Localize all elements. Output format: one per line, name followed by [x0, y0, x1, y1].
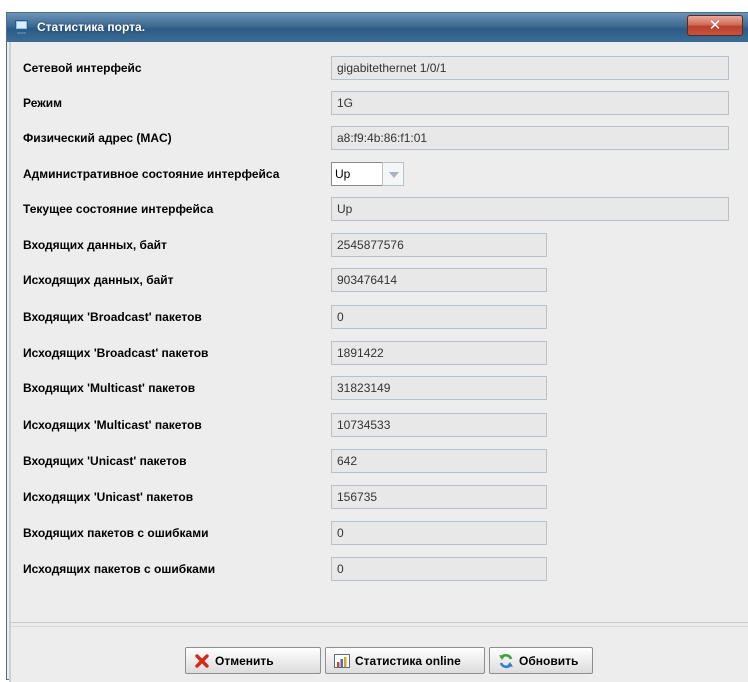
- port-statistics-dialog: Статистика порта. ✕ Сетевой интерфейс gi…: [6, 12, 748, 682]
- refresh-label: Обновить: [519, 653, 579, 668]
- mode-field: 1G: [331, 91, 729, 115]
- close-button[interactable]: ✕: [687, 15, 743, 36]
- chart-icon: [334, 653, 350, 668]
- cancel-button[interactable]: Отменить: [185, 647, 321, 674]
- in-multicast-field: 31823149: [331, 376, 547, 400]
- out-unicast-label: Исходящих 'Unicast' пакетов: [23, 490, 194, 504]
- close-icon: ✕: [708, 16, 722, 34]
- interface-field: gigabitethernet 1/0/1: [331, 56, 729, 80]
- refresh-button[interactable]: Обновить: [489, 647, 593, 674]
- admin-state-label: Административное состояние интерфейса: [23, 167, 280, 181]
- cancel-label: Отменить: [215, 653, 274, 668]
- red-x-icon: [195, 653, 209, 668]
- out-broadcast-label: Исходящих 'Broadcast' пакетов: [23, 346, 209, 360]
- out-multicast-field: 10734533: [331, 413, 547, 437]
- in-errors-label: Входящих пакетов с ошибками: [23, 526, 209, 540]
- dropdown-button[interactable]: [382, 162, 404, 186]
- in-bytes-label: Входящих данных, байт: [23, 238, 167, 252]
- in-broadcast-label: Входящих 'Broadcast' пакетов: [23, 310, 202, 324]
- oper-state-field: Up: [331, 197, 729, 221]
- admin-state-value[interactable]: Up: [331, 162, 383, 186]
- in-unicast-field: 642: [331, 449, 547, 473]
- mode-label: Режим: [23, 96, 62, 110]
- monitor-icon: [15, 20, 28, 34]
- interface-label: Сетевой интерфейс: [23, 61, 142, 75]
- mac-label: Физический адрес (MAC): [23, 131, 172, 145]
- refresh-icon: [499, 653, 513, 668]
- in-errors-field: 0: [331, 521, 547, 545]
- out-multicast-label: Исходящих 'Multicast' пакетов: [23, 418, 202, 432]
- out-broadcast-field: 1891422: [331, 341, 547, 365]
- in-bytes-field: 2545877576: [331, 233, 547, 257]
- window-title: Статистика порта.: [37, 20, 146, 34]
- chevron-down-icon: [389, 172, 399, 178]
- out-bytes-field: 903476414: [331, 268, 547, 292]
- button-bar: Отменить Статистика online Обновить: [9, 622, 748, 682]
- out-bytes-label: Исходящих данных, байт: [23, 273, 174, 287]
- oper-state-label: Текущее состояние интерфейса: [23, 202, 214, 216]
- statistics-online-button[interactable]: Статистика online: [325, 647, 485, 674]
- title-bar[interactable]: Статистика порта. ✕: [7, 13, 748, 42]
- out-unicast-field: 156735: [331, 485, 547, 509]
- divider: [11, 626, 748, 627]
- statistics-online-label: Статистика online: [355, 653, 461, 668]
- in-unicast-label: Входящих 'Unicast' пакетов: [23, 454, 187, 468]
- statistics-form: Сетевой интерфейс gigabitethernet 1/0/1 …: [9, 42, 748, 622]
- in-multicast-label: Входящих 'Multicast' пакетов: [23, 381, 196, 395]
- out-errors-field: 0: [331, 557, 547, 581]
- in-broadcast-field: 0: [331, 305, 547, 329]
- mac-field: a8:f9:4b:86:f1:01: [331, 126, 729, 150]
- out-errors-label: Исходящих пакетов с ошибками: [23, 562, 216, 576]
